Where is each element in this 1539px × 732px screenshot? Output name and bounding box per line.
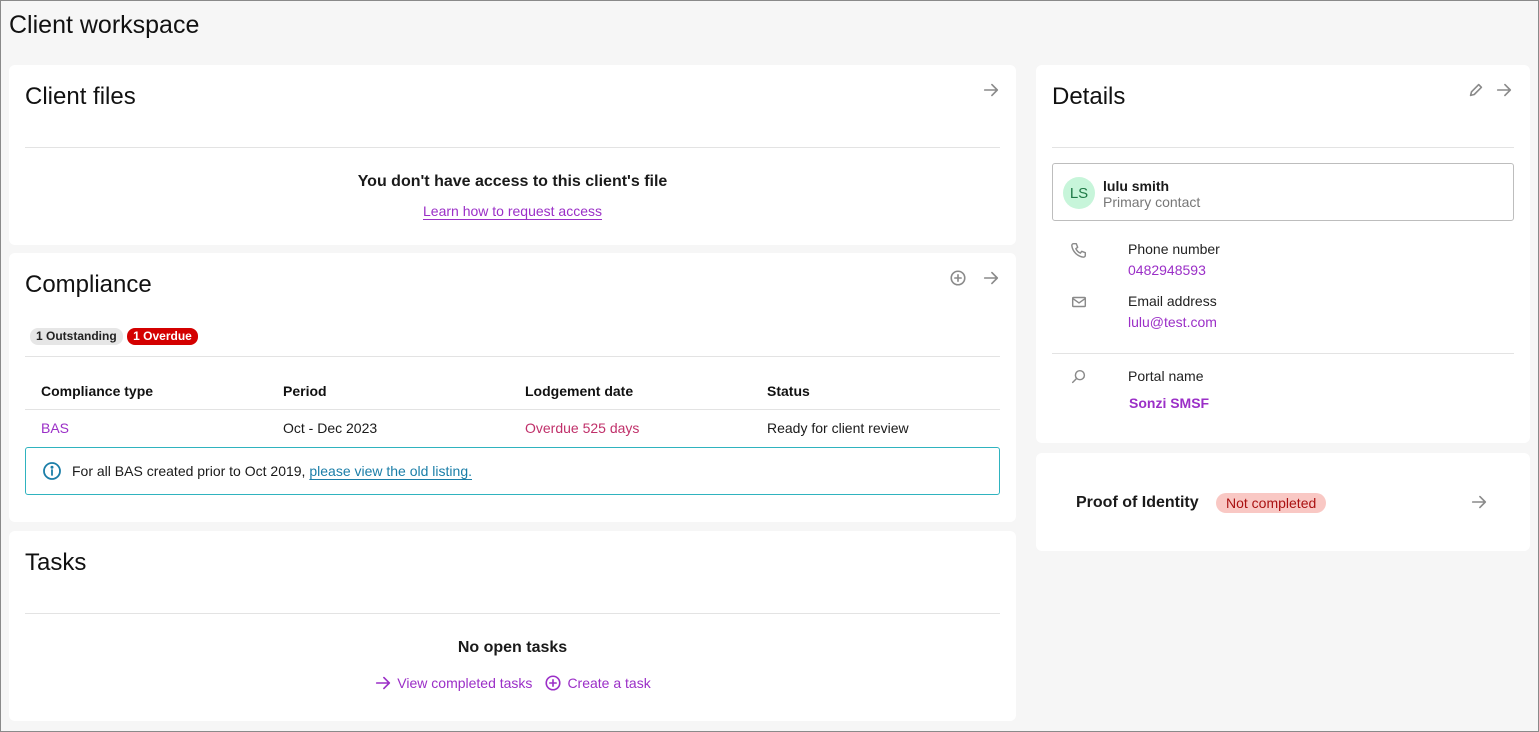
compliance-title: Compliance — [25, 271, 152, 298]
table-row: BAS Oct - Dec 2023 Overdue 525 days Read… — [25, 420, 1000, 436]
avatar: LS — [1063, 177, 1095, 209]
column-header-lodgement: Lodgement date — [525, 383, 634, 399]
divider — [1052, 353, 1514, 354]
phone-label: Phone number — [1128, 241, 1220, 257]
column-header-status[interactable]: Status — [751, 383, 993, 399]
proof-of-identity-label: Proof of Identity — [1076, 494, 1199, 511]
email-label: Email address — [1128, 293, 1217, 309]
lodgement-cell: Overdue 525 days — [525, 420, 640, 436]
view-completed-tasks-label: View completed tasks — [397, 675, 533, 691]
details-title: Details — [1052, 83, 1126, 110]
divider — [25, 409, 1000, 410]
create-task-link[interactable]: Create a task — [544, 674, 651, 692]
primary-contact-card[interactable]: LS lulu smith Primary contact — [1052, 163, 1514, 221]
divider — [1052, 147, 1514, 148]
arrow-right-icon[interactable] — [1494, 80, 1514, 100]
portal-chat-icon — [1070, 368, 1088, 386]
compliance-badges: 1 Outstanding 1 Overdue — [30, 327, 198, 345]
portal-label: Portal name — [1128, 368, 1204, 384]
proof-of-identity-card: Proof of Identity Not completed — [1036, 453, 1530, 551]
info-icon — [42, 461, 62, 481]
tasks-card: Tasks No open tasks View completed tasks… — [9, 531, 1016, 721]
client-files-title: Client files — [25, 83, 136, 110]
outstanding-badge: 1 Outstanding — [30, 328, 123, 345]
create-task-label: Create a task — [567, 675, 651, 691]
mail-icon — [1070, 293, 1088, 311]
info-text: For all BAS created prior to Oct 2019, — [72, 463, 306, 479]
divider — [25, 613, 1000, 614]
no-access-message: You don't have access to this client's f… — [357, 173, 668, 190]
arrow-right-icon[interactable] — [1469, 492, 1489, 512]
table-header: Compliance type Period Lodgement date St… — [25, 383, 1000, 399]
details-card: Details LS lulu smith Primary contact Ph… — [1036, 65, 1530, 443]
overdue-badge: 1 Overdue — [127, 328, 198, 345]
divider — [25, 147, 1000, 148]
period-cell: Oct - Dec 2023 — [283, 420, 378, 436]
arrow-right-icon[interactable] — [981, 80, 1001, 100]
add-circle-icon — [545, 675, 561, 691]
phone-link[interactable]: 0482948593 — [1128, 262, 1206, 278]
status-cell: Ready for client review — [767, 420, 909, 436]
task-actions: View completed tasks Create a task — [9, 674, 1016, 692]
client-files-card: Client files You don't have access to th… — [9, 65, 1016, 245]
phone-icon — [1070, 241, 1088, 259]
page-title: Client workspace — [9, 11, 200, 39]
compliance-card: Compliance 1 Outstanding 1 Overdue Compl… — [9, 253, 1016, 522]
arrow-right-icon — [376, 676, 391, 690]
compliance-type-link[interactable]: BAS — [25, 420, 267, 436]
view-completed-tasks-link[interactable]: View completed tasks — [374, 674, 532, 692]
pencil-icon[interactable] — [1466, 80, 1486, 100]
portal-name-link[interactable]: Sonzi SMSF — [1129, 395, 1209, 411]
old-listing-link[interactable]: please view the old listing. — [309, 463, 472, 479]
arrow-right-icon[interactable] — [981, 268, 1001, 288]
column-header-type: Compliance type — [41, 383, 154, 399]
contact-name: lulu smith — [1103, 178, 1170, 194]
contact-role: Primary contact — [1103, 194, 1201, 210]
divider — [25, 356, 1000, 357]
column-header-period: Period — [283, 383, 327, 399]
info-banner: For all BAS created prior to Oct 2019, p… — [25, 447, 1000, 495]
request-access-link-wrap: Learn how to request access — [9, 203, 1016, 219]
email-link[interactable]: lulu@test.com — [1128, 314, 1217, 330]
no-tasks-message: No open tasks — [457, 639, 568, 656]
status-badge: Not completed — [1216, 493, 1327, 513]
add-circle-icon[interactable] — [948, 268, 968, 288]
tasks-title: Tasks — [25, 549, 87, 576]
request-access-link[interactable]: Learn how to request access — [423, 203, 602, 219]
